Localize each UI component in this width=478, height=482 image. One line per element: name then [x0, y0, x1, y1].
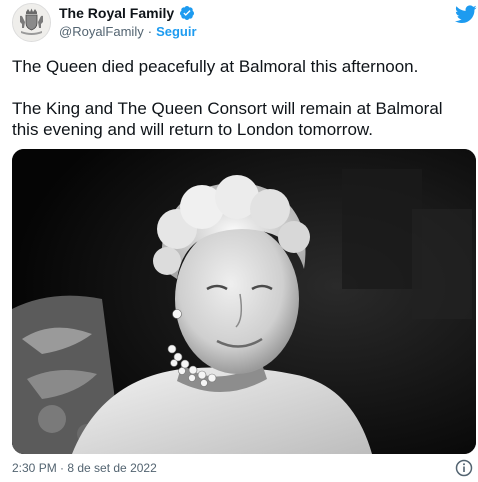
account-name-row: The Royal Family	[59, 5, 195, 21]
info-icon[interactable]	[455, 459, 473, 477]
coat-of-arms-icon	[13, 4, 50, 41]
account-handle[interactable]: @RoyalFamily	[59, 24, 144, 39]
tweet-text-paragraph-2: The King and The Queen Consort will rema…	[12, 99, 443, 139]
portrait-image	[12, 149, 476, 454]
tweet-photo[interactable]	[12, 149, 476, 454]
display-name[interactable]: The Royal Family	[59, 5, 174, 21]
verified-badge-icon	[179, 5, 195, 21]
tweet-text-paragraph-1: The Queen died peacefully at Balmoral th…	[12, 57, 419, 76]
separator-dot: ·	[147, 24, 153, 39]
twitter-bird-icon[interactable]	[455, 5, 477, 24]
avatar[interactable]	[12, 3, 51, 42]
handle-row: @RoyalFamily · Seguir	[59, 24, 197, 39]
follow-button[interactable]: Seguir	[156, 24, 196, 39]
tweet-card: The Royal Family @RoyalFamily · Seguir T…	[0, 0, 478, 480]
tweet-timestamp[interactable]: 2:30 PM · 8 de set de 2022	[12, 461, 157, 475]
